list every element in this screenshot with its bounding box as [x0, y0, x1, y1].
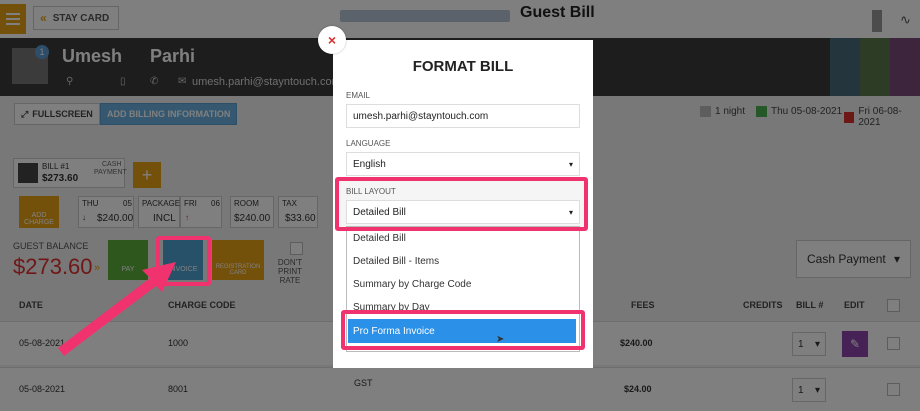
pro-forma-highlight	[341, 310, 585, 350]
language-value: English	[353, 158, 386, 170]
email-label: EMAIL	[346, 91, 371, 100]
email-field-value: umesh.parhi@stayntouch.com	[353, 110, 489, 122]
email-field[interactable]: umesh.parhi@stayntouch.com	[346, 104, 580, 128]
language-select[interactable]: English ▾	[346, 152, 580, 176]
language-label: LANGUAGE	[346, 139, 391, 148]
option-detailed-bill[interactable]: Detailed Bill	[353, 233, 406, 244]
modal-title: FORMAT BILL	[412, 58, 514, 75]
invoice-highlight	[156, 236, 211, 286]
dropdown-arrow-icon: ▾	[568, 159, 573, 169]
option-summary-charge-code[interactable]: Summary by Charge Code	[353, 279, 471, 290]
close-icon[interactable]: ×	[318, 26, 346, 54]
option-detailed-bill-items[interactable]: Detailed Bill - Items	[353, 256, 439, 267]
layout-highlight	[335, 177, 588, 231]
